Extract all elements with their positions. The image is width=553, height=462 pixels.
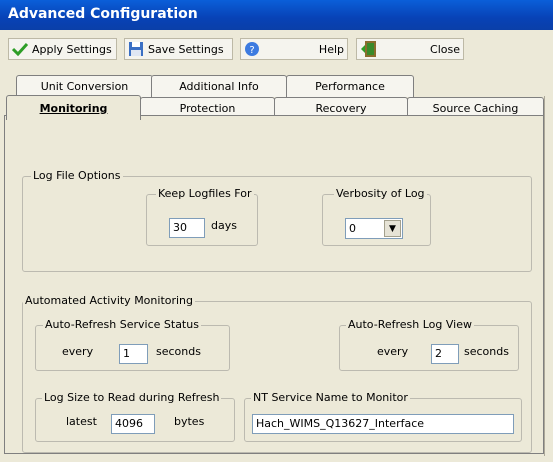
help-icon: ? [245,42,259,56]
log-file-options-group: Log File Options Keep Logfiles For 30 da… [22,169,532,272]
checkmark-icon [12,42,28,56]
help-button[interactable]: ? Help [240,38,348,60]
group-title: Auto-Refresh Service Status [43,318,201,331]
verbosity-select[interactable]: 0 ▼ [345,218,403,239]
monitoring-panel: Log File Options Keep Logfiles For 30 da… [4,115,544,454]
tab-additional-info[interactable]: Additional Info [151,75,287,97]
unit-label: bytes [174,415,205,428]
tab-unit-conversion[interactable]: Unit Conversion [16,75,153,97]
group-title: Automated Activity Monitoring [23,294,196,307]
service-name-input[interactable]: Hach_WIMS_Q13627_Interface [252,414,514,434]
group-title: Log File Options [31,169,123,182]
group-title: Verbosity of Log [334,187,427,200]
floppy-disk-icon [129,42,143,56]
tab-performance[interactable]: Performance [286,75,414,97]
svg-text:?: ? [249,45,254,56]
unit-label: seconds [156,345,201,358]
service-status-group: Auto-Refresh Service Status every 1 seco… [35,318,230,371]
activity-monitoring-group: Automated Activity Monitoring Auto-Refre… [22,294,532,453]
keep-logfiles-input[interactable]: 30 [169,218,205,238]
verbosity-group: Verbosity of Log 0 ▼ [322,187,431,246]
service-name-group: NT Service Name to Monitor Hach_WIMS_Q13… [244,391,522,442]
unit-label: seconds [464,345,509,358]
title-bar: Advanced Configuration [0,0,553,30]
log-size-group: Log Size to Read during Refresh latest 4… [35,391,235,442]
toolbar: Apply Settings Save Settings ? Help Clos… [0,30,553,66]
save-settings-button[interactable]: Save Settings [124,38,233,60]
window-edge [544,96,553,456]
group-title: Log Size to Read during Refresh [42,391,222,404]
window-title: Advanced Configuration [8,6,198,22]
chevron-down-icon[interactable]: ▼ [384,220,401,237]
group-title: Keep Logfiles For [156,187,254,200]
log-view-group: Auto-Refresh Log View every 2 seconds [339,318,519,371]
group-title: NT Service Name to Monitor [251,391,410,404]
log-size-input[interactable]: 4096 [111,414,155,434]
close-button[interactable]: Close [356,38,464,60]
exit-door-icon [361,41,376,57]
log-view-interval-input[interactable]: 2 [431,344,459,364]
latest-label: latest [66,415,97,428]
tab-monitoring[interactable]: Monitoring [6,95,141,120]
every-label: every [62,345,94,358]
unit-label: days [211,219,237,232]
apply-settings-button[interactable]: Apply Settings [8,38,117,60]
service-status-interval-input[interactable]: 1 [119,344,148,364]
group-title: Auto-Refresh Log View [346,318,474,331]
every-label: every [377,345,409,358]
keep-logfiles-group: Keep Logfiles For 30 days [146,187,258,246]
